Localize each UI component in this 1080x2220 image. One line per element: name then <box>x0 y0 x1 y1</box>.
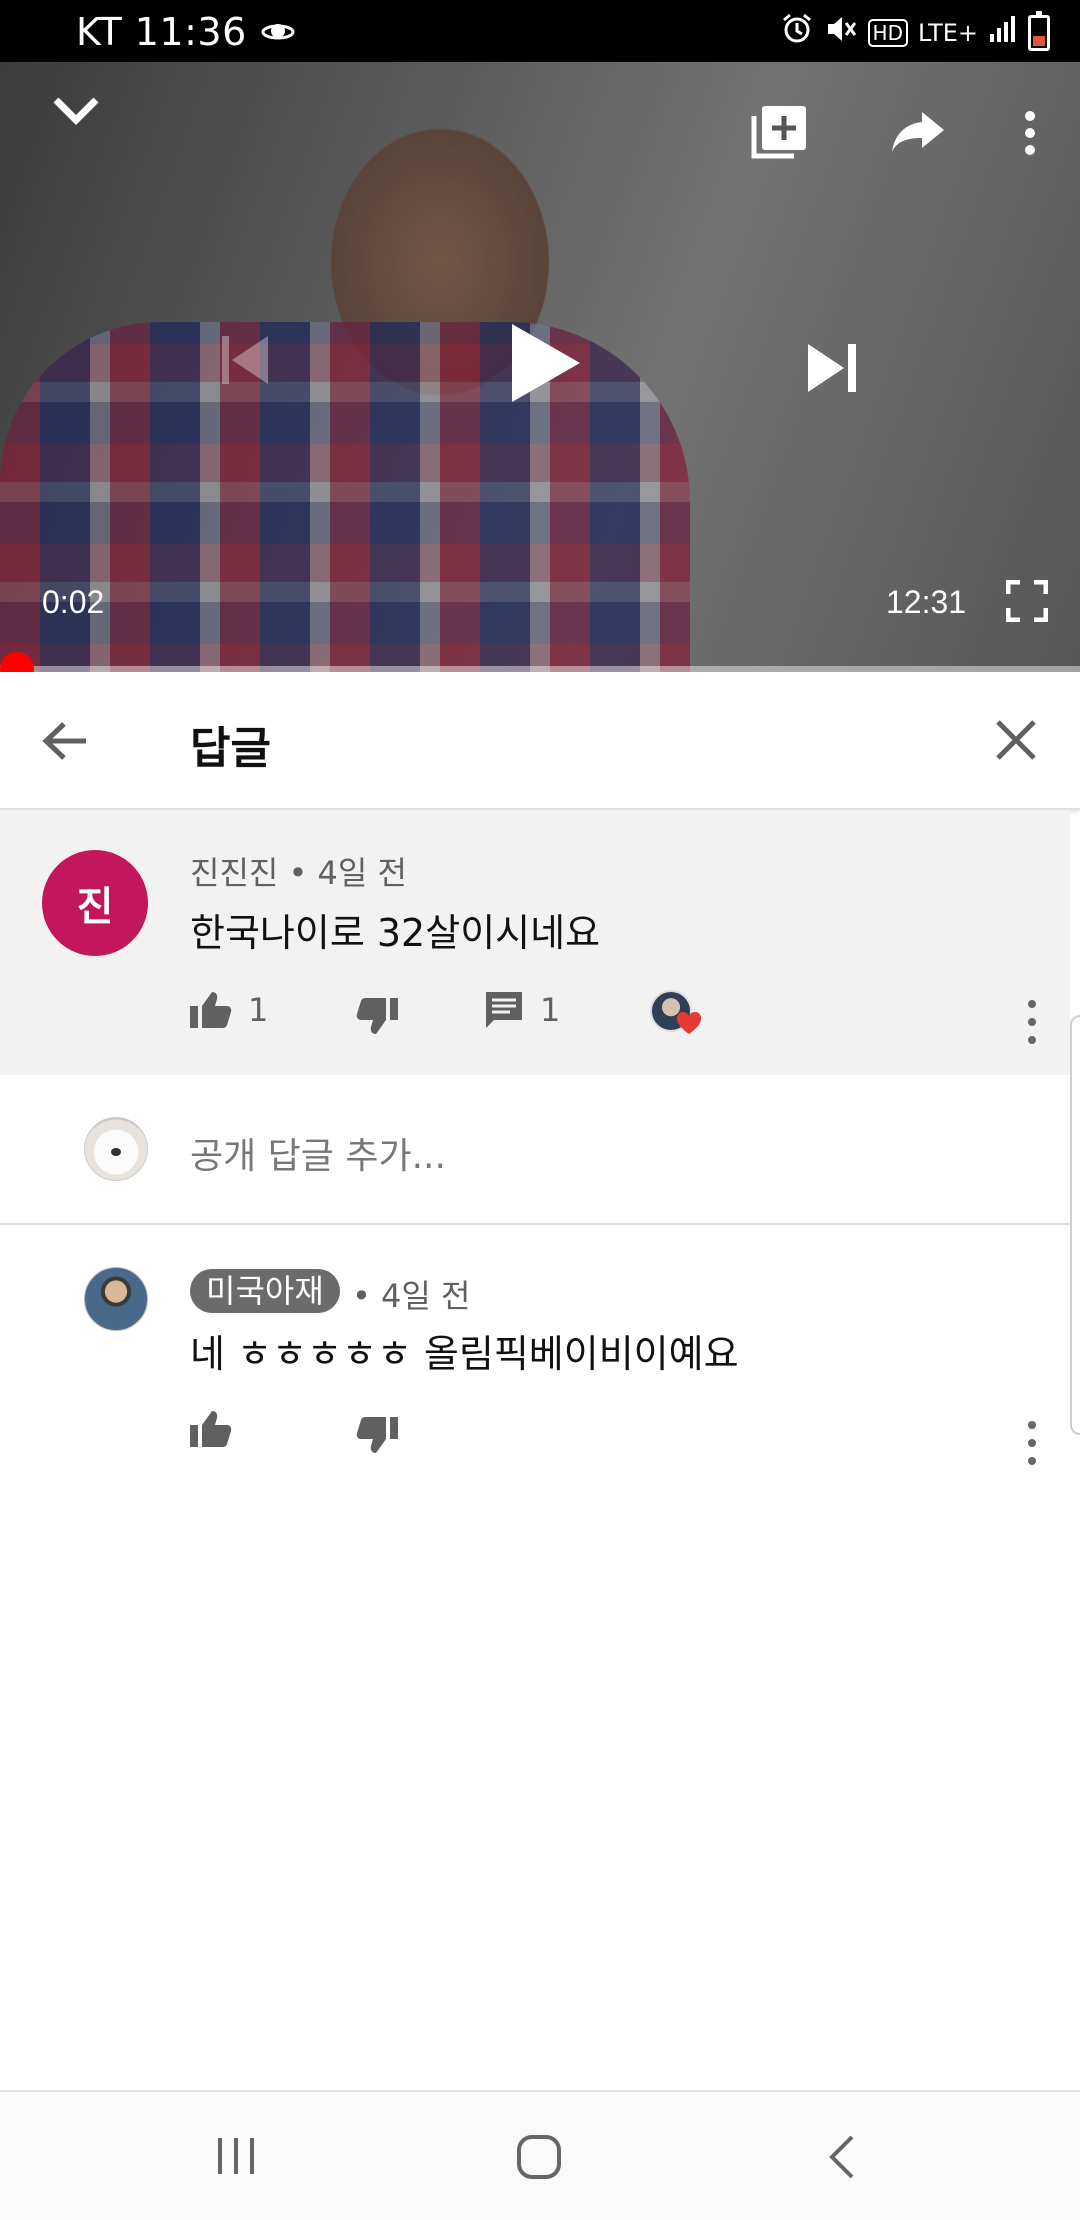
dislike-button[interactable] <box>356 996 400 1036</box>
more-options-icon[interactable] <box>1014 108 1046 162</box>
back-arrow-icon[interactable] <box>40 716 90 770</box>
divider <box>0 1223 1070 1225</box>
add-reply-input[interactable]: 공개 답글 추가... <box>190 1127 446 1179</box>
comment-meta: • 4일 전 <box>352 1271 470 1317</box>
share-icon[interactable] <box>890 110 946 158</box>
home-icon[interactable] <box>516 2134 562 2184</box>
battery-icon <box>1028 10 1050 51</box>
minimize-chevron-icon[interactable] <box>48 82 104 142</box>
carrier-time: KT 11:36 <box>76 10 247 54</box>
comment-age: 4일 전 <box>381 1277 471 1315</box>
creator-heart-badge <box>650 990 702 1038</box>
close-icon[interactable] <box>994 718 1038 766</box>
meta-separator: • <box>288 854 318 892</box>
add-to-playlist-icon[interactable] <box>750 102 810 166</box>
comment-text: 네 ㅎㅎㅎㅎㅎ 올림픽베이비이예요 <box>190 1332 739 1376</box>
comment-more-icon[interactable] <box>1012 1415 1052 1475</box>
network-label: LTE+ <box>918 18 978 47</box>
current-time: 0:02 <box>42 584 105 620</box>
reply-comment: 미국아재 • 4일 전 네 ㅎㅎㅎㅎㅎ 올림픽베이비이예요 <box>0 1227 1070 1477</box>
parent-comment: 진 진진진 • 4일 전 한국나이로 32살이시네요 1 1 <box>0 810 1070 1075</box>
fullscreen-icon[interactable] <box>1005 579 1049 626</box>
system-nav-bar <box>0 2090 1080 2220</box>
add-reply-row[interactable]: 공개 답글 추가... <box>0 1075 1070 1225</box>
mute-icon <box>824 12 858 53</box>
alarm-icon <box>780 12 814 53</box>
meta-separator: • <box>352 1277 382 1315</box>
hd-icon: HD <box>867 18 908 47</box>
thumbs-up-icon <box>190 992 232 1028</box>
like-button[interactable]: 1 <box>188 990 268 1030</box>
video-player[interactable]: 0:02 12:31 <box>0 62 1080 672</box>
saturn-app-icon <box>261 10 295 54</box>
like-count: 1 <box>248 991 269 1029</box>
next-video-icon[interactable] <box>806 342 858 398</box>
replies-title: 답글 <box>190 723 271 774</box>
creator-author-chip[interactable]: 미국아재 <box>190 1269 340 1313</box>
edge-panel-handle[interactable] <box>1070 1015 1080 1435</box>
avatar[interactable] <box>84 1267 148 1331</box>
replies-header: 답글 <box>0 672 1080 810</box>
back-icon[interactable] <box>826 2134 856 2184</box>
dislike-button[interactable] <box>356 1415 400 1455</box>
status-bar: KT 11:36 HD LTE+ <box>0 0 1080 62</box>
comment-age: 4일 전 <box>317 854 407 892</box>
thumbs-up-icon <box>190 1411 232 1447</box>
comment-meta: 진진진 • 4일 전 <box>190 848 407 894</box>
thumbs-down-icon <box>356 998 398 1034</box>
heart-icon <box>676 1012 702 1034</box>
comment-text: 한국나이로 32살이시네요 <box>190 911 601 955</box>
play-icon[interactable] <box>508 320 584 410</box>
thumbs-down-icon <box>356 1417 398 1453</box>
avatar[interactable]: 진 <box>42 850 148 956</box>
previous-video-icon <box>220 332 270 392</box>
comment-author[interactable]: 진진진 <box>190 854 278 892</box>
comment-icon <box>486 992 522 1028</box>
status-left: KT 11:36 <box>76 10 295 54</box>
status-right: HD LTE+ <box>780 10 1050 53</box>
signal-icon <box>988 14 1018 51</box>
reply-count: 1 <box>540 991 561 1029</box>
reply-count-button[interactable]: 1 <box>484 990 560 1030</box>
user-avatar <box>84 1117 148 1181</box>
recent-apps-icon[interactable] <box>214 2136 258 2180</box>
duration: 12:31 <box>886 584 967 620</box>
comment-more-icon[interactable] <box>1012 994 1052 1054</box>
like-button[interactable] <box>188 1409 232 1449</box>
